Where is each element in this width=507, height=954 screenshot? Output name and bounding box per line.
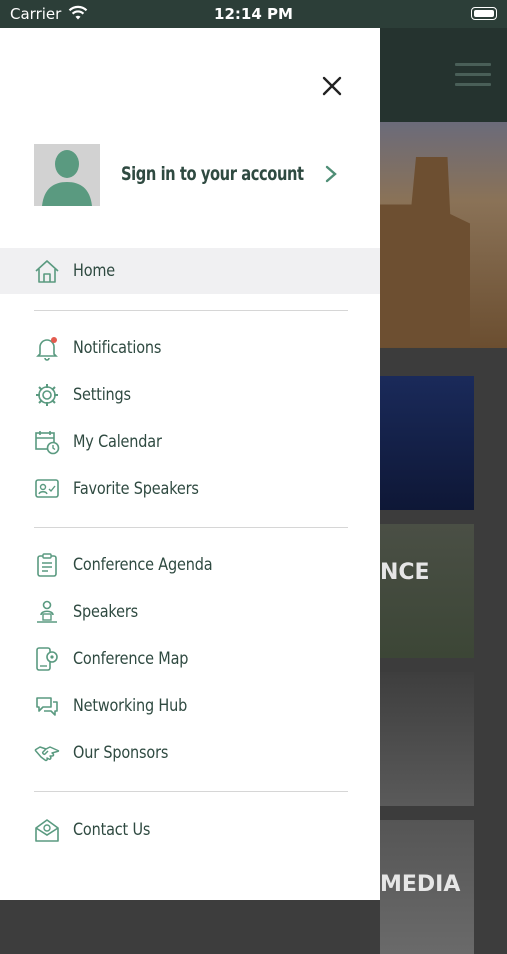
menu-item-label: Favorite Speakers bbox=[73, 479, 199, 499]
card-title: NCE bbox=[380, 560, 430, 585]
menu-item-label: Conference Map bbox=[73, 649, 189, 669]
calendar-icon bbox=[35, 431, 60, 455]
bell-icon bbox=[36, 337, 58, 361]
avatar bbox=[34, 144, 100, 206]
menu-item-label: Settings bbox=[73, 385, 131, 405]
menu-item-label: My Calendar bbox=[73, 432, 162, 452]
menu-item-label: Conference Agenda bbox=[73, 555, 213, 575]
mail-icon bbox=[35, 819, 59, 842]
close-button[interactable] bbox=[318, 72, 346, 100]
menu-item-notifications[interactable]: Notifications bbox=[0, 325, 380, 371]
menu-item-label: Speakers bbox=[73, 602, 138, 622]
hamburger-menu-icon[interactable] bbox=[455, 63, 491, 89]
menu-item-home[interactable]: Home bbox=[0, 248, 380, 294]
menu-item-label: Networking Hub bbox=[73, 696, 188, 716]
menu-item-our-sponsors[interactable]: Our Sponsors bbox=[0, 730, 380, 776]
speaker-icon bbox=[37, 600, 57, 623]
chat-icon bbox=[36, 697, 58, 716]
menu-item-calendar[interactable]: My Calendar bbox=[0, 419, 380, 465]
divider bbox=[34, 791, 348, 792]
agenda-icon bbox=[37, 553, 57, 577]
handshake-icon bbox=[34, 746, 60, 762]
battery-icon bbox=[471, 7, 497, 20]
menu-item-label: Home bbox=[73, 261, 115, 281]
menu-item-networking-hub[interactable]: Networking Hub bbox=[0, 683, 380, 729]
divider bbox=[34, 527, 348, 528]
menu-item-conference-agenda[interactable]: Conference Agenda bbox=[0, 542, 380, 588]
card-title: MEDIA bbox=[380, 872, 461, 897]
menu-item-label: Our Sponsors bbox=[73, 743, 169, 763]
menu-item-conference-map[interactable]: Conference Map bbox=[0, 636, 380, 682]
side-drawer: Sign in to your account Home Notificatio… bbox=[0, 28, 380, 900]
map-icon bbox=[36, 647, 58, 671]
menu-item-contact-us[interactable]: Contact Us bbox=[0, 807, 380, 853]
divider bbox=[34, 310, 348, 311]
menu-item-speakers[interactable]: Speakers bbox=[0, 589, 380, 635]
content-card[interactable] bbox=[380, 376, 474, 510]
clock: 12:14 PM bbox=[214, 5, 293, 23]
home-icon bbox=[35, 260, 59, 283]
chevron-right-icon bbox=[325, 165, 337, 183]
menu-item-favorite-speakers[interactable]: Favorite Speakers bbox=[0, 466, 380, 512]
person-silhouette-icon bbox=[42, 150, 92, 206]
menu-item-settings[interactable]: Settings bbox=[0, 372, 380, 418]
content-card[interactable] bbox=[380, 672, 474, 806]
close-icon bbox=[322, 76, 342, 96]
sign-in-row[interactable]: Sign in to your account bbox=[34, 144, 354, 206]
hero-image bbox=[380, 122, 507, 348]
menu-item-label: Notifications bbox=[73, 338, 162, 358]
sign-in-label: Sign in to your account bbox=[121, 163, 304, 185]
content-card[interactable] bbox=[380, 524, 474, 658]
favorite-speakers-icon bbox=[35, 479, 59, 498]
status-bar: Carrier 12:14 PM bbox=[0, 0, 507, 28]
gear-icon bbox=[36, 384, 58, 406]
menu-item-label: Contact Us bbox=[73, 820, 151, 840]
